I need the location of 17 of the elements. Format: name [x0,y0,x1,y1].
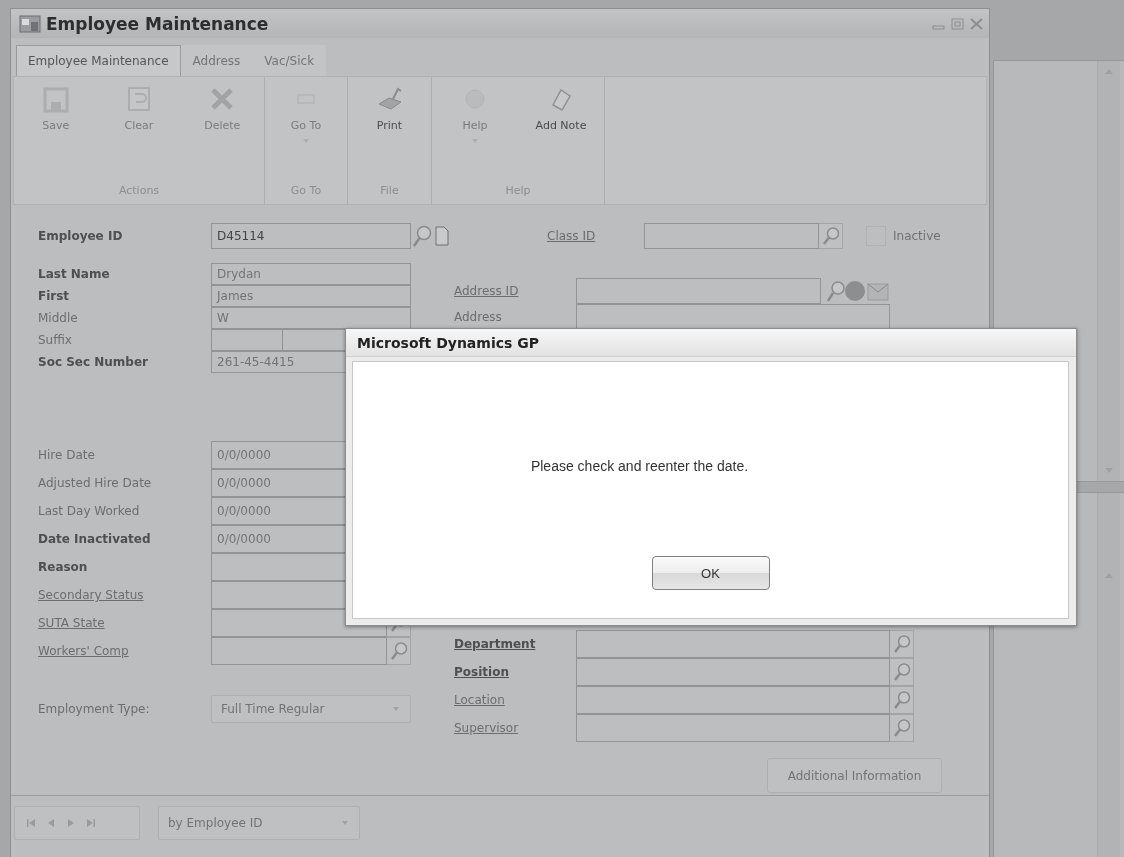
field-label: Hire Date [38,448,96,462]
field-label: Date Inactivated [38,532,152,546]
dialog-title: Microsoft Dynamics GP [346,329,1076,357]
field-label: Reason [38,560,89,574]
field-label: Middle [38,311,79,325]
field-label: Soc Sec Number [38,355,149,369]
field-label: Employee ID [38,229,124,243]
field-label: First [38,289,71,303]
field-label: Suffix [38,333,73,347]
field-label: Last Name [38,267,111,281]
field-label: Adjusted Hire Date [38,476,153,490]
checkbox-label: Inactive [893,229,941,243]
dialog-message: Please check and reenter the date. [530,458,749,474]
field-label: Last Day Worked [38,504,141,518]
field-label: Employment Type: [38,702,151,716]
window-title: Employee Maintenance [46,13,270,34]
field-label: Address [454,310,503,324]
